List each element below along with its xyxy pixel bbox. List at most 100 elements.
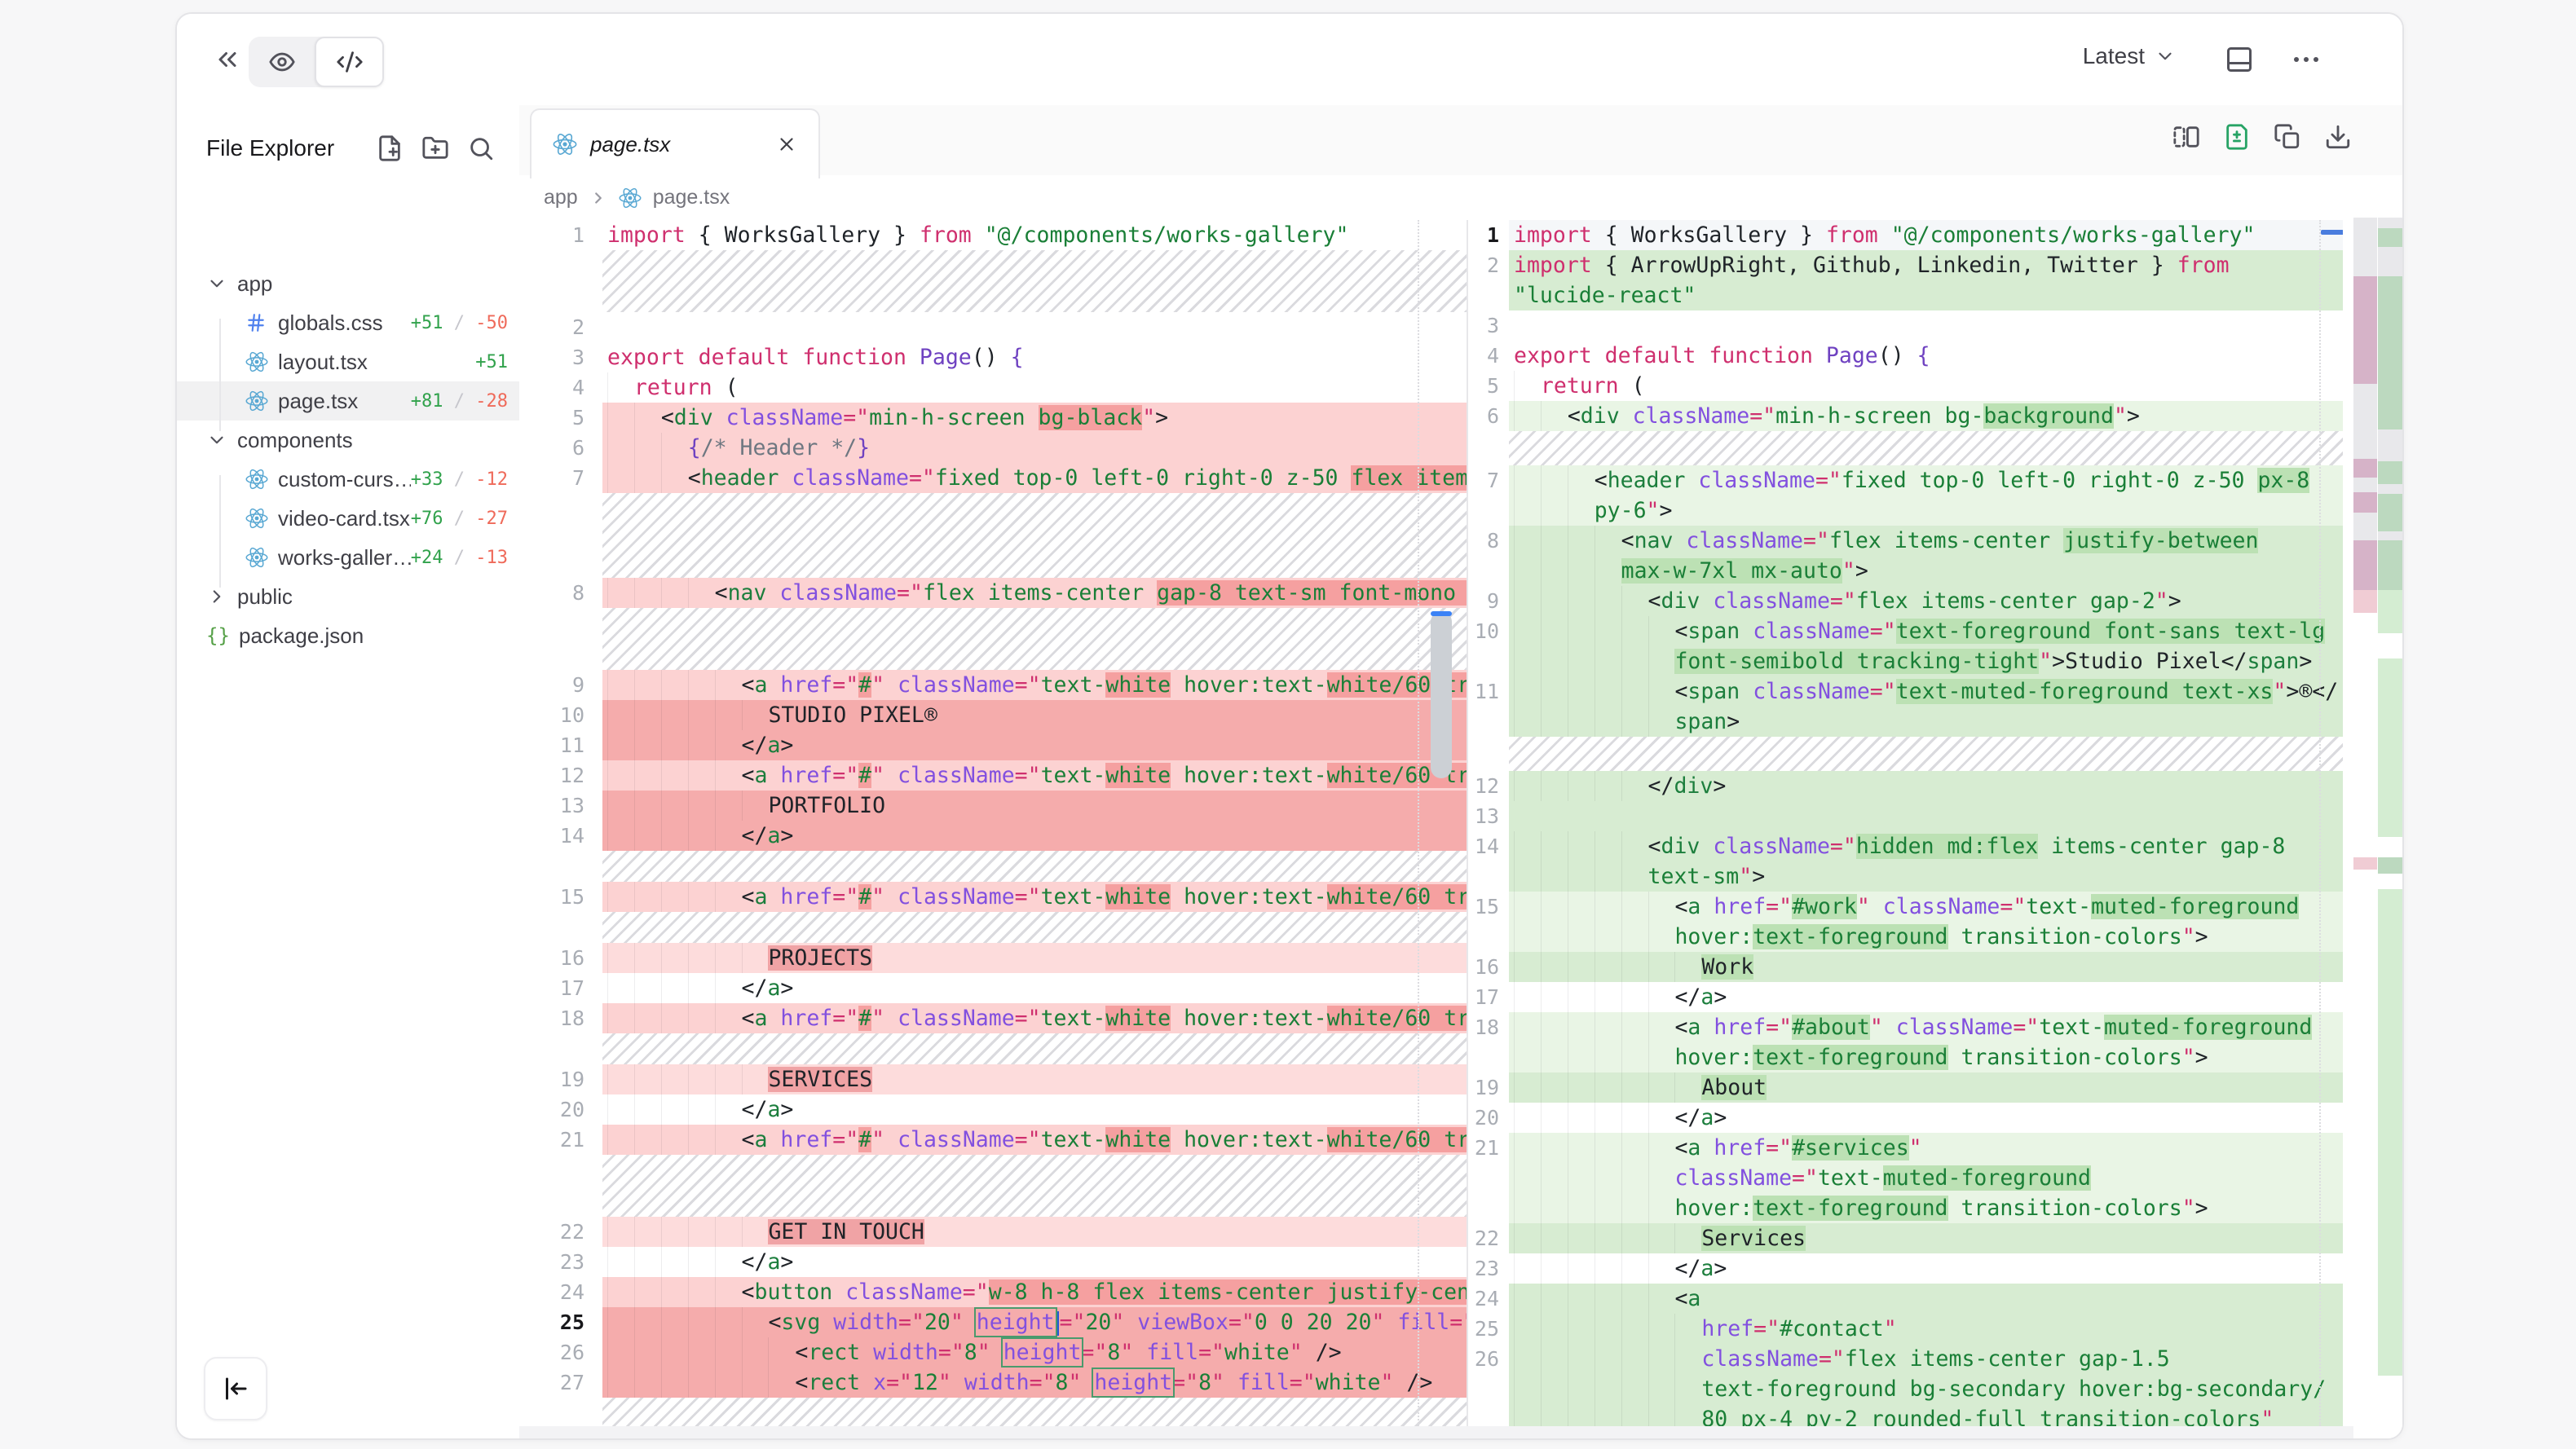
line-number: 16 <box>521 943 602 973</box>
react-icon <box>619 187 642 209</box>
line-number: 11 <box>521 730 602 760</box>
minimap-block <box>2378 531 2402 540</box>
tab-page-tsx[interactable]: page.tsx <box>530 108 820 178</box>
right-scrollbar-thumb[interactable] <box>2321 230 2343 235</box>
new-file-icon[interactable] <box>376 134 404 162</box>
file-type-icon <box>245 312 278 333</box>
minimap-block <box>2353 857 2377 870</box>
diff-pane-old[interactable]: 1import { WorksGallery } from "@/compone… <box>521 220 1467 1426</box>
code-line: hover:text-foreground transition-colors"… <box>1468 1193 2343 1223</box>
line-number: 1 <box>521 220 602 250</box>
minimap-block <box>2353 492 2377 513</box>
code-icon <box>336 48 364 76</box>
collapse-sidebar-button[interactable] <box>204 1357 267 1420</box>
line-number: 25 <box>1468 1314 1509 1344</box>
minimap-block <box>2378 218 2402 228</box>
split-view-icon[interactable] <box>2172 123 2200 151</box>
line-number <box>1468 1163 1509 1193</box>
code-line: 14<div className="hidden md:flex items-c… <box>1468 831 2343 861</box>
code-line: 20</a> <box>521 1094 1467 1125</box>
code-line: 16PROJECTS <box>521 943 1467 973</box>
breadcrumb: app page.tsx <box>519 175 2402 220</box>
line-number: 8 <box>521 578 602 608</box>
code-line: max-w-7xl mx-auto"> <box>1468 556 2343 586</box>
line-number: 22 <box>1468 1223 1509 1253</box>
line-number: 3 <box>521 342 602 372</box>
tab-label: page.tsx <box>590 132 763 157</box>
chevrons-left-icon[interactable] <box>213 45 242 74</box>
code-line: 7<header className="fixed top-0 left-0 r… <box>1468 465 2343 495</box>
code-line: 13 <box>1468 801 2343 831</box>
ruler-line <box>1418 220 1419 1426</box>
minimap-block <box>2378 461 2402 484</box>
minimap-block <box>2353 384 2377 459</box>
line-number: 7 <box>521 463 602 493</box>
tree-item-layout-tsx[interactable]: layout.tsx+51 <box>177 342 519 381</box>
collapsed-region <box>521 493 1467 578</box>
minimap-block <box>2378 590 2402 633</box>
ruler-line <box>2319 220 2321 1426</box>
line-number: 18 <box>521 1003 602 1033</box>
tree-item-globals-css[interactable]: globals.css+51 / -50 <box>177 303 519 342</box>
code-line: py-6"> <box>1468 495 2343 526</box>
file-type-icon <box>245 350 278 373</box>
diff-stat-badge: +51 / -50 <box>411 313 519 333</box>
horizontal-scrollbar[interactable] <box>519 1426 2353 1438</box>
line-number: 6 <box>1468 401 1509 431</box>
tree-item-custom-curs-[interactable]: custom-curs…+33 / -12 <box>177 460 519 499</box>
line-number: 12 <box>1468 771 1509 801</box>
line-number: 23 <box>1468 1253 1509 1284</box>
line-number: 21 <box>521 1125 602 1155</box>
left-scrollbar-thumb[interactable] <box>1431 611 1452 778</box>
line-number <box>1468 861 1509 892</box>
tree-item-package-json[interactable]: {}package.json <box>177 616 519 655</box>
tree-item-video-card-tsx[interactable]: video-card.tsx+76 / -27 <box>177 499 519 538</box>
line-number: 17 <box>521 973 602 1003</box>
download-icon[interactable] <box>2324 123 2352 151</box>
code-line: 5return ( <box>1468 371 2343 401</box>
code-line: className="text-muted-foreground <box>1468 1163 2343 1193</box>
minimap-block <box>2378 494 2402 531</box>
breadcrumb-file[interactable]: page.tsx <box>653 186 730 209</box>
code-line: 25href="#contact" <box>1468 1314 2343 1344</box>
more-options-icon[interactable] <box>2291 53 2321 66</box>
close-tab-icon[interactable] <box>776 134 797 155</box>
collapsed-region <box>521 250 1467 312</box>
new-folder-icon[interactable] <box>421 134 449 162</box>
file-type-icon: {} <box>206 624 239 647</box>
search-icon[interactable] <box>467 134 495 162</box>
arrow-left-to-line-icon <box>221 1374 250 1403</box>
chevron-right-icon <box>589 189 607 207</box>
tree-item-components[interactable]: components <box>177 421 519 460</box>
chevron-down-icon[interactable] <box>2155 46 2176 67</box>
minimap-block <box>2378 276 2402 429</box>
code-line: 26<rect width="8" height="8" fill="white… <box>521 1337 1467 1368</box>
line-number: 8 <box>1468 526 1509 556</box>
line-number: 6 <box>521 433 602 463</box>
diff-minimap[interactable] <box>2353 220 2402 1438</box>
minimap-block <box>2353 218 2377 276</box>
tree-item-works-galler-[interactable]: works-galler…+24 / -13 <box>177 538 519 577</box>
copy-icon[interactable] <box>2274 123 2301 151</box>
panel-bottom-icon[interactable] <box>2225 45 2254 74</box>
tree-item-label: components <box>237 428 519 453</box>
tree-item-page-tsx[interactable]: page.tsx+81 / -28 <box>177 381 519 421</box>
version-selector[interactable]: Latest <box>2083 43 2145 69</box>
line-number: 2 <box>521 312 602 342</box>
file-type-icon <box>245 546 278 569</box>
line-number: 23 <box>521 1247 602 1277</box>
code-line: 6<div className="min-h-screen bg-backgro… <box>1468 401 2343 431</box>
line-number <box>1468 495 1509 526</box>
line-number: 21 <box>1468 1133 1509 1163</box>
diff-pane-new[interactable]: 1import { WorksGallery } from "@/compone… <box>1468 220 2343 1426</box>
file-diff-icon[interactable] <box>2223 123 2251 151</box>
tree-item-app[interactable]: app <box>177 264 519 303</box>
breadcrumb-root[interactable]: app <box>544 186 578 209</box>
code-line: 27<rect x="12" width="8" height="8" fill… <box>521 1368 1467 1398</box>
tree-item-public[interactable]: public <box>177 577 519 616</box>
line-number: 17 <box>1468 982 1509 1012</box>
preview-toggle-button[interactable] <box>249 37 315 87</box>
code-toggle-button[interactable] <box>315 37 384 87</box>
code-line: 10<span className="text-foreground font-… <box>1468 616 2343 646</box>
minimap-block <box>2353 276 2377 384</box>
